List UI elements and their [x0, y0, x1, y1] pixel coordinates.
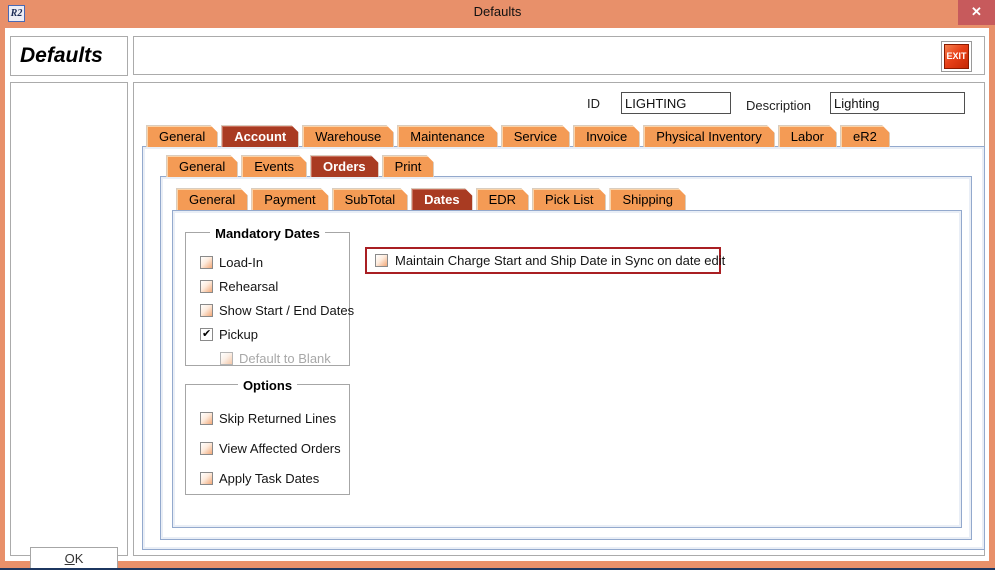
checkbox-row: Show Start / End Dates — [186, 303, 349, 318]
tab-pick-list[interactable]: Pick List — [532, 188, 606, 210]
checkbox-label: View Affected Orders — [219, 441, 341, 456]
toolbar: EXIT — [133, 36, 985, 75]
checkbox-default-to-blank — [220, 352, 233, 365]
window-title: Defaults — [0, 0, 995, 26]
checkbox-label: Apply Task Dates — [219, 471, 319, 486]
exit-button[interactable]: EXIT — [941, 41, 972, 72]
checkbox-view-affected-orders[interactable] — [200, 442, 213, 455]
tabs-level3: GeneralPaymentSubTotalDatesEDRPick ListS… — [176, 188, 689, 210]
checkbox-pickup[interactable] — [200, 328, 213, 341]
tab-orders[interactable]: Orders — [310, 155, 379, 177]
tab-events[interactable]: Events — [241, 155, 307, 177]
description-input[interactable] — [830, 92, 965, 114]
tab-invoice[interactable]: Invoice — [573, 125, 640, 147]
mandatory-dates-list: Load-In Rehearsal Show Start / End Dates Pi… — [186, 255, 349, 366]
tab-general[interactable]: General — [166, 155, 238, 177]
tabs-level1: GeneralAccountWarehouseMaintenanceServic… — [146, 125, 893, 147]
checkbox-row: Default to Blank — [186, 351, 349, 366]
checkbox-label: Skip Returned Lines — [219, 411, 336, 426]
tab-labor[interactable]: Labor — [778, 125, 837, 147]
group-options: Options Skip Returned LinesView Affected… — [185, 384, 350, 495]
side-panel: OK Cancel — [10, 82, 128, 556]
checkbox-row: Pickup — [186, 327, 349, 342]
checkbox-label: Rehearsal — [219, 279, 278, 294]
checkbox-label: Pickup — [219, 327, 258, 342]
id-input[interactable] — [621, 92, 731, 114]
checkbox-label: Load-In — [219, 255, 263, 270]
tab-general[interactable]: General — [176, 188, 248, 210]
tab-shipping[interactable]: Shipping — [609, 188, 686, 210]
tab-general[interactable]: General — [146, 125, 218, 147]
checkbox-rehearsal[interactable] — [200, 280, 213, 293]
checkbox-label: Default to Blank — [239, 351, 331, 366]
tab-dates[interactable]: Dates — [411, 188, 472, 210]
tab-er2[interactable]: eR2 — [840, 125, 890, 147]
tab-payment[interactable]: Payment — [251, 188, 328, 210]
tab-service[interactable]: Service — [501, 125, 570, 147]
checkbox-apply-task-dates[interactable] — [200, 472, 213, 485]
close-button[interactable]: ✕ — [958, 0, 995, 25]
exit-icon: EXIT — [944, 44, 969, 69]
description-label: Description — [746, 98, 811, 113]
tab-physical-inventory[interactable]: Physical Inventory — [643, 125, 775, 147]
group-title-text: Options — [238, 378, 297, 393]
tabs-level2: GeneralEventsOrdersPrint — [166, 155, 437, 177]
checkbox-row: Rehearsal — [186, 279, 349, 294]
close-icon: ✕ — [971, 4, 982, 19]
id-label: ID — [587, 96, 600, 111]
ok-button[interactable]: OK — [30, 547, 118, 570]
checkbox-row: View Affected Orders — [186, 441, 349, 456]
checkbox-load-in[interactable] — [200, 256, 213, 269]
titlebar: Defaults R2 ✕ — [0, 0, 995, 26]
ok-label-underline: O — [65, 551, 75, 566]
group-title: Mandatory Dates — [186, 225, 349, 243]
checkbox-row: Skip Returned Lines — [186, 411, 349, 426]
checkbox-row: Apply Task Dates — [186, 471, 349, 486]
tab-warehouse[interactable]: Warehouse — [302, 125, 394, 147]
tab-subtotal[interactable]: SubTotal — [332, 188, 409, 210]
defaults-window: Defaults R2 ✕ Defaults OK Cancel EXIT ID… — [0, 0, 995, 570]
tab-account[interactable]: Account — [221, 125, 299, 147]
checkbox-label: Show Start / End Dates — [219, 303, 354, 318]
group-title-text: Mandatory Dates — [210, 226, 325, 241]
checkbox-maintain-charge-sync[interactable] — [375, 254, 388, 267]
page-title-box: Defaults — [10, 36, 128, 76]
ok-label-rest: K — [75, 551, 84, 566]
group-title: Options — [186, 377, 349, 395]
tab-edr[interactable]: EDR — [476, 188, 529, 210]
checkbox-skip-returned-lines[interactable] — [200, 412, 213, 425]
checkbox-label: Maintain Charge Start and Ship Date in S… — [395, 253, 725, 268]
options-list: Skip Returned Lines View Affected Orders A… — [186, 411, 349, 486]
highlighted-option-box: Maintain Charge Start and Ship Date in S… — [365, 247, 721, 274]
checkbox-row: Load-In — [186, 255, 349, 270]
page-title: Defaults — [11, 37, 127, 68]
window-body: Defaults OK Cancel EXIT ID Description G… — [5, 28, 989, 561]
checkbox-show-start-end-dates[interactable] — [200, 304, 213, 317]
tab-print[interactable]: Print — [382, 155, 435, 177]
group-mandatory-dates: Mandatory Dates Load-InRehearsalShow Sta… — [185, 232, 350, 366]
tab-maintenance[interactable]: Maintenance — [397, 125, 497, 147]
r2-app-icon: R2 — [8, 5, 25, 22]
